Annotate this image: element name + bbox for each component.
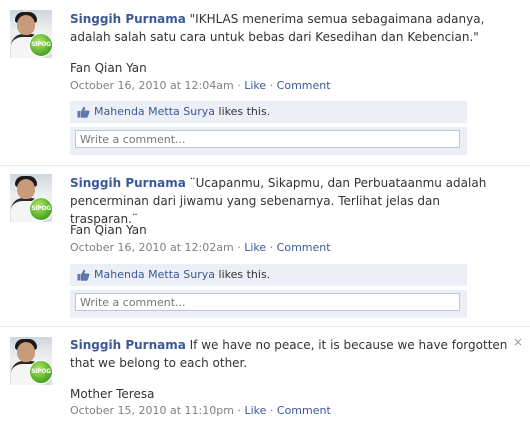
- author-avatar[interactable]: SIPOG: [10, 337, 52, 385]
- comment-link[interactable]: Comment: [277, 79, 331, 92]
- meta-separator: ·: [269, 79, 274, 92]
- thumbs-up-icon: [77, 269, 90, 281]
- post-timestamp[interactable]: October 15, 2010 at 11:10pm: [70, 404, 234, 417]
- author-avatar[interactable]: SIPOG: [10, 174, 52, 222]
- meta-separator: ·: [269, 404, 274, 417]
- like-link[interactable]: Like: [244, 404, 266, 417]
- author-name-link[interactable]: Singgih Purnama: [70, 176, 186, 190]
- remove-post-close-icon[interactable]: ×: [512, 336, 524, 348]
- meta-separator: ·: [237, 241, 241, 254]
- story-post-2: SIPOG Singgih Purnama ¨Ucapanmu, Sikapmu…: [0, 166, 530, 326]
- liker-name-link[interactable]: Mahenda Metta Surya: [94, 268, 215, 281]
- post-meta: October 16, 2010 at 12:04am · Like · Com…: [70, 79, 331, 92]
- meta-separator: ·: [269, 241, 274, 254]
- comment-box: [70, 290, 467, 318]
- comment-link[interactable]: Comment: [277, 241, 331, 254]
- avatar-badge: SIPOG: [29, 33, 52, 57]
- post-text: Singgih Purnama ¨Ucapanmu, Sikapmu, dan …: [70, 174, 510, 228]
- comment-box: [70, 127, 467, 155]
- story-post-3: SIPOG Singgih Purnama If we have no peac…: [0, 327, 530, 424]
- liker-name-link[interactable]: Mahenda Metta Surya: [94, 105, 215, 118]
- comment-input[interactable]: [75, 293, 460, 311]
- comment-link[interactable]: Comment: [277, 404, 331, 417]
- post-text: Singgih Purnama If we have no peace, it …: [70, 336, 510, 372]
- like-link[interactable]: Like: [244, 79, 266, 92]
- meta-separator: ·: [237, 79, 241, 92]
- comment-input[interactable]: [75, 130, 460, 148]
- avatar-badge: SIPOG: [29, 360, 52, 384]
- thumbs-up-icon: [77, 106, 90, 118]
- likes-bar: Mahenda Metta Surya likes this.: [70, 101, 467, 123]
- post-meta: October 15, 2010 at 11:10pm · Like · Com…: [70, 404, 331, 417]
- like-link[interactable]: Like: [244, 241, 266, 254]
- quote-source: Mother Teresa: [70, 387, 155, 401]
- likes-bar: Mahenda Metta Surya likes this.: [70, 264, 467, 286]
- quote-source: Fan Qian Yan: [70, 61, 147, 75]
- author-name-link[interactable]: Singgih Purnama: [70, 338, 186, 352]
- quote-source: Fan Qian Yan: [70, 223, 147, 237]
- author-name-link[interactable]: Singgih Purnama: [70, 12, 186, 26]
- author-avatar[interactable]: SIPOG: [10, 10, 52, 58]
- story-post-1: SIPOG Singgih Purnama "IKHLAS menerima s…: [0, 0, 530, 165]
- likes-summary: Mahenda Metta Surya likes this.: [94, 105, 270, 118]
- post-timestamp[interactable]: October 16, 2010 at 12:02am: [70, 241, 234, 254]
- likes-suffix: likes this.: [218, 105, 271, 118]
- post-timestamp[interactable]: October 16, 2010 at 12:04am: [70, 79, 234, 92]
- avatar-badge: SIPOG: [29, 197, 52, 221]
- post-text: Singgih Purnama "IKHLAS menerima semua s…: [70, 10, 510, 46]
- post-meta: October 16, 2010 at 12:02am · Like · Com…: [70, 241, 331, 254]
- likes-summary: Mahenda Metta Surya likes this.: [94, 268, 270, 281]
- meta-separator: ·: [237, 404, 241, 417]
- likes-suffix: likes this.: [218, 268, 271, 281]
